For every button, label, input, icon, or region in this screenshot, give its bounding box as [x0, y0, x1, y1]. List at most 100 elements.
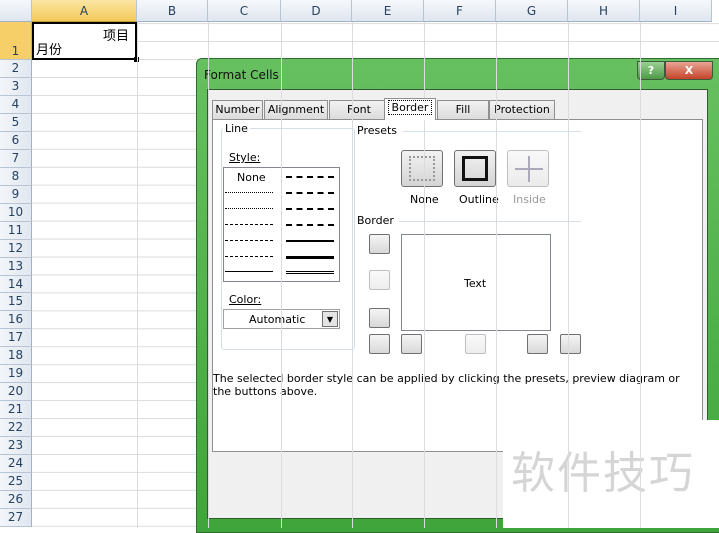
border-right-button[interactable]: [527, 334, 548, 354]
column-header-C[interactable]: C: [208, 0, 281, 22]
grid-line: [496, 22, 497, 528]
border-diagonal-down-button[interactable]: [560, 334, 581, 354]
row-header-14[interactable]: 14: [0, 275, 32, 294]
column-header-B[interactable]: B: [137, 0, 208, 22]
row-header-24[interactable]: 24: [0, 455, 32, 474]
inside-icon-h: [515, 168, 543, 170]
line-style-option[interactable]: [286, 256, 334, 259]
chevron-down-icon[interactable]: ▼: [322, 311, 338, 327]
row-header-18[interactable]: 18: [0, 347, 32, 366]
presets-label: Presets: [357, 124, 398, 137]
line-style-option[interactable]: [225, 208, 273, 209]
color-value: Automatic: [249, 313, 306, 326]
grid-line: [352, 22, 353, 528]
grid-line: [208, 22, 209, 528]
border-label: Border: [357, 214, 394, 227]
line-style-none[interactable]: None: [237, 171, 266, 184]
line-style-option[interactable]: [286, 176, 334, 178]
row-header-6[interactable]: 6: [0, 131, 32, 150]
row-header-5[interactable]: 5: [0, 113, 32, 132]
row-header-7[interactable]: 7: [0, 149, 32, 168]
tab-protection[interactable]: Protection: [489, 100, 555, 119]
grid-line: [568, 22, 569, 528]
line-style-option[interactable]: [286, 192, 334, 194]
close-button[interactable]: X: [665, 61, 713, 80]
row-header-20[interactable]: 20: [0, 383, 32, 402]
row-header-16[interactable]: 16: [0, 311, 32, 330]
row-header-11[interactable]: 11: [0, 221, 32, 240]
border-bottom-button[interactable]: [369, 308, 390, 328]
row-header-3[interactable]: 3: [0, 77, 32, 96]
border-diagonal-up-button[interactable]: [369, 334, 390, 354]
column-header-H[interactable]: H: [568, 0, 640, 22]
row-header-13[interactable]: 13: [0, 257, 32, 276]
line-style-option[interactable]: [225, 256, 273, 257]
cell-a1[interactable]: 项目 月份: [32, 22, 139, 62]
line-group-label: Line: [223, 122, 250, 135]
watermark: 软件技巧: [503, 420, 719, 528]
border-left-button[interactable]: [401, 334, 422, 354]
row-header-2[interactable]: 2: [0, 60, 32, 78]
border-divider: [399, 221, 581, 222]
preset-outline-label: Outline: [457, 193, 501, 206]
style-label: Style:: [227, 151, 263, 164]
tab-label: Fill: [455, 103, 471, 116]
grid-line: [137, 22, 138, 528]
tab-alignment[interactable]: Alignment: [264, 100, 328, 119]
line-style-option[interactable]: [225, 240, 273, 241]
tab-label: Font: [347, 103, 371, 116]
row-header-10[interactable]: 10: [0, 203, 32, 222]
hint-text: The selected border style can be applied…: [213, 372, 680, 398]
row-header-1[interactable]: 1: [0, 22, 32, 60]
tab-label: Number: [215, 103, 260, 116]
grid-line: [281, 22, 282, 528]
row-header-21[interactable]: 21: [0, 401, 32, 420]
row-header-9[interactable]: 9: [0, 185, 32, 204]
row-header-27[interactable]: 27: [0, 509, 32, 527]
tab-label: Border: [387, 100, 433, 115]
column-header-E[interactable]: E: [352, 0, 424, 22]
tab-font[interactable]: Font: [329, 100, 389, 119]
row-header-19[interactable]: 19: [0, 365, 32, 384]
row-header-8[interactable]: 8: [0, 167, 32, 186]
preset-outline-button[interactable]: [454, 150, 496, 187]
preview-text: Text: [464, 277, 487, 290]
row-header-26[interactable]: 26: [0, 491, 32, 509]
column-header-I[interactable]: I: [640, 0, 712, 22]
tab-fill[interactable]: Fill: [437, 100, 489, 119]
presets-divider: [403, 131, 581, 132]
border-center-button[interactable]: [465, 334, 486, 354]
line-style-option[interactable]: [225, 192, 273, 193]
grid-line: [640, 22, 641, 528]
preset-none-button[interactable]: [401, 150, 443, 187]
outline-icon: [462, 156, 488, 181]
line-style-option[interactable]: [286, 240, 334, 242]
row-header-25[interactable]: 25: [0, 473, 32, 492]
column-header-D[interactable]: D: [281, 0, 352, 22]
row-header-23[interactable]: 23: [0, 437, 32, 456]
column-header-F[interactable]: F: [424, 0, 496, 22]
line-style-option[interactable]: [286, 271, 334, 274]
cell-a1-top-text: 项目: [102, 29, 129, 44]
line-style-option[interactable]: [286, 224, 334, 226]
row-header-15[interactable]: 15: [0, 293, 32, 312]
preset-inside-label: Inside: [511, 193, 548, 206]
tab-number[interactable]: Number: [212, 100, 263, 119]
line-style-option[interactable]: [225, 224, 273, 225]
line-style-option[interactable]: [225, 271, 273, 272]
line-style-option[interactable]: [286, 208, 334, 210]
row-header-22[interactable]: 22: [0, 419, 32, 438]
preset-inside-button[interactable]: [507, 150, 549, 187]
tab-border[interactable]: Border: [384, 98, 436, 120]
column-header-G[interactable]: G: [496, 0, 568, 22]
row-header-4[interactable]: 4: [0, 95, 32, 114]
row-header-12[interactable]: 12: [0, 239, 32, 258]
row-header-17[interactable]: 17: [0, 329, 32, 348]
select-all-corner[interactable]: [0, 0, 32, 22]
border-middle-button[interactable]: [369, 270, 390, 290]
column-header-A[interactable]: A: [32, 0, 137, 22]
border-top-button[interactable]: [369, 234, 390, 254]
color-label: Color:: [227, 293, 264, 306]
tab-label: Alignment: [267, 103, 325, 116]
help-button[interactable]: ?: [637, 61, 665, 80]
